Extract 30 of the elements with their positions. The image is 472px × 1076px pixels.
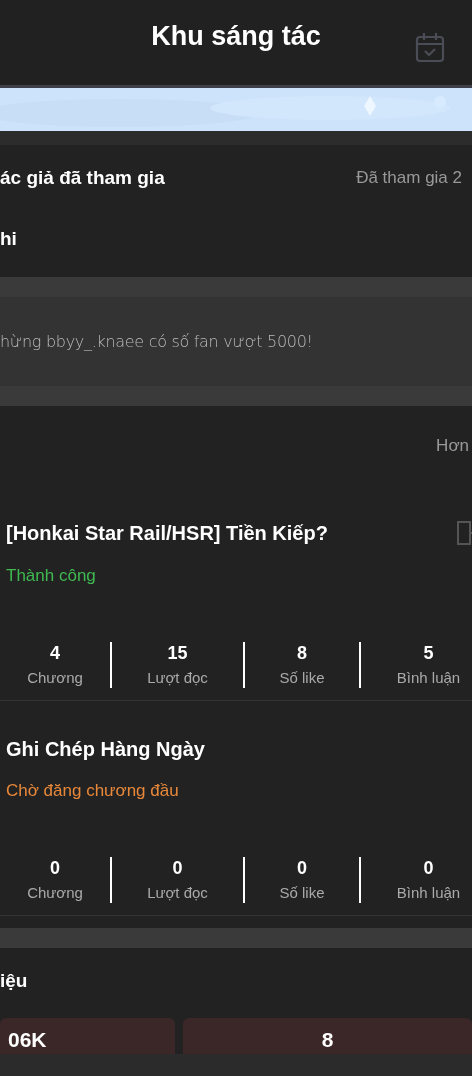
- stat-label: Bình luận: [396, 668, 461, 688]
- status-text: Thành công: [6, 566, 97, 586]
- section-heading: ác giả đã tham gia: [0, 167, 165, 189]
- stat-value: 0: [423, 857, 434, 879]
- status-text: Chờ đăng chương đầu: [6, 781, 180, 801]
- page-title: Khu sáng tác: [151, 21, 321, 52]
- stat-value: 15: [167, 642, 188, 664]
- stat-label: Số like: [279, 668, 325, 688]
- calendar-check-icon[interactable]: [415, 32, 445, 64]
- stat-label: Số like: [279, 883, 325, 903]
- stat-label: Lượt đọc: [147, 668, 208, 688]
- section-heading: iệu: [0, 969, 29, 993]
- more-link[interactable]: Hơn: [0, 406, 472, 479]
- section-heading: hi: [0, 227, 18, 251]
- stat-value: 0: [50, 857, 60, 879]
- stat-card: 06K: [0, 1018, 175, 1054]
- stat-value: 0: [172, 857, 183, 879]
- stat-value: 5: [423, 642, 434, 664]
- stat-label: Chương: [27, 668, 83, 688]
- joined-count[interactable]: Đã tham gia 2: [356, 168, 462, 188]
- stat-value: 4: [50, 642, 60, 664]
- stat-label: Bình luận: [396, 883, 461, 903]
- work-title[interactable]: Ghi Chép Hàng Ngày: [6, 737, 205, 761]
- stat-label: Chương: [27, 883, 83, 903]
- work-title[interactable]: [Honkai Star Rail/HSR] Tiền Kiếp?: [6, 521, 328, 545]
- stat-label: Lượt đọc: [147, 883, 208, 903]
- stat-card: 8: [183, 1018, 472, 1054]
- stat-value: 0: [297, 857, 307, 879]
- announcement-text: hừng bbyy_.knaee có số fan vượt 5000!: [0, 297, 472, 386]
- stat-value: 8: [297, 642, 307, 664]
